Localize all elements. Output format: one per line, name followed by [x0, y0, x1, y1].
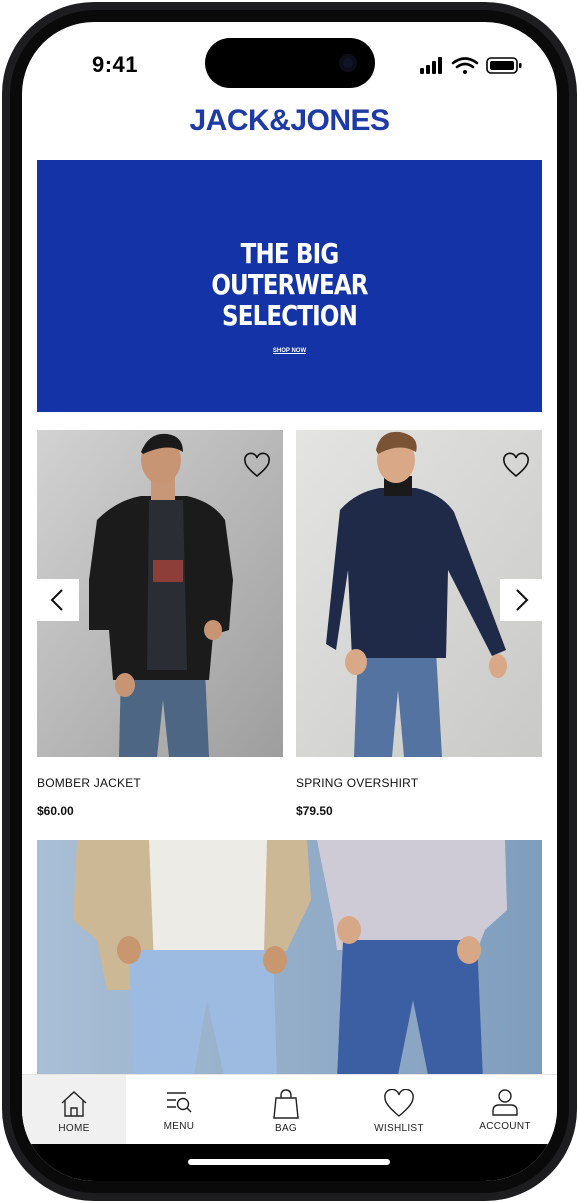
wifi-icon: [451, 57, 479, 74]
chevron-right-icon: [516, 589, 529, 611]
chevron-left-icon: [50, 589, 63, 611]
product-price: $79.50: [296, 804, 333, 818]
promo-image[interactable]: [37, 840, 542, 1080]
bag-icon: [273, 1089, 299, 1119]
tab-wishlist[interactable]: WISHLIST: [347, 1075, 451, 1145]
tab-bag[interactable]: BAG: [234, 1075, 338, 1145]
home-icon: [61, 1091, 87, 1117]
status-time: 9:41: [92, 52, 139, 77]
wishlist-heart-icon[interactable]: [502, 452, 530, 480]
product-name[interactable]: SPRING OVERSHIRT: [296, 776, 418, 790]
signal-icon: [420, 57, 442, 74]
carousel-prev-button[interactable]: [37, 579, 79, 621]
banner-title: THE BIG OUTERWEAR SELECTION: [82, 238, 496, 331]
dynamic-island: [205, 38, 375, 88]
app-screen: 9:41 JACK&JONES THE BIG OUTERWEAR SELECT…: [22, 22, 557, 1181]
tab-label: ACCOUNT: [479, 1121, 531, 1132]
shop-now-link[interactable]: SHOP NOW: [37, 348, 542, 354]
product-price: $60.00: [37, 804, 74, 818]
tab-home[interactable]: HOME: [22, 1075, 126, 1145]
banner-title-line: SELECTION: [222, 299, 358, 332]
tab-label: MENU: [163, 1121, 195, 1132]
tab-account[interactable]: ACCOUNT: [453, 1075, 557, 1145]
menu-search-icon: [167, 1092, 192, 1113]
banner-title-line: OUTERWEAR: [211, 268, 368, 301]
camera-icon: [339, 54, 357, 72]
heart-icon: [384, 1089, 414, 1117]
tab-label: WISHLIST: [374, 1123, 424, 1134]
banner-title-line: THE BIG: [240, 237, 340, 270]
product-name[interactable]: BOMBER JACKET: [37, 776, 141, 790]
tab-label: HOME: [58, 1123, 90, 1134]
wishlist-heart-icon[interactable]: [243, 452, 271, 480]
promo-banner[interactable]: THE BIG OUTERWEAR SELECTION SHOP NOW: [37, 160, 542, 412]
bottom-tab-bar: HOME MENU BAG WISHLIST ACCOUNT: [22, 1074, 557, 1145]
status-icons: [419, 56, 539, 76]
home-indicator[interactable]: [188, 1159, 390, 1165]
phone-device: 9:41 JACK&JONES THE BIG OUTERWEAR SELECT…: [0, 0, 579, 1203]
brand-logo[interactable]: JACK&JONES: [22, 104, 557, 138]
carousel-next-button[interactable]: [500, 579, 542, 621]
tab-label: BAG: [274, 1123, 298, 1134]
tab-menu[interactable]: MENU: [127, 1075, 231, 1145]
account-icon: [492, 1089, 518, 1116]
battery-icon: [486, 57, 522, 74]
